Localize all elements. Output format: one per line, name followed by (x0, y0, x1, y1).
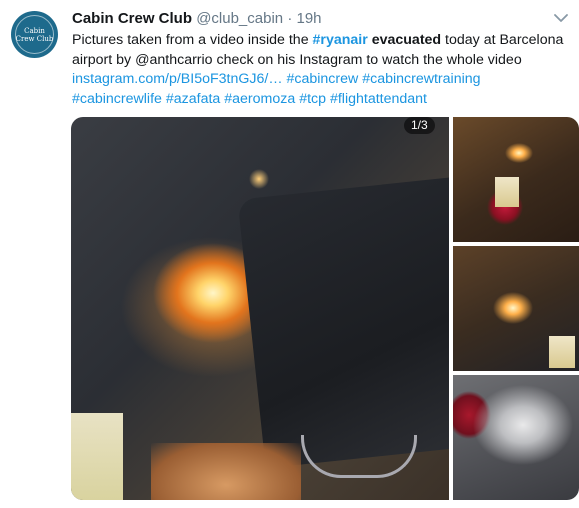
safety-card (549, 336, 575, 368)
media-photo-thumb-3[interactable] (453, 375, 579, 500)
media-grid: 1/3 (71, 117, 579, 500)
instagram-link[interactable]: instagram.com/p/BI5oF3tnGJ6/… (72, 71, 283, 87)
safety-card (71, 413, 123, 500)
media-photo-thumb-1[interactable] (453, 117, 579, 242)
hashtag-tcp[interactable]: #tcp (299, 91, 326, 107)
author-name[interactable]: Cabin Crew Club (72, 10, 192, 27)
text-part: Pictures taken from a video inside the (72, 32, 313, 48)
text-evacuated: evacuated (371, 32, 442, 48)
hashtag-aeromoza[interactable]: #aeromoza (224, 91, 295, 107)
media-photo-main[interactable]: 1/3 (71, 117, 449, 500)
hashtag-cabincrewlife[interactable]: #cabincrewlife (72, 91, 162, 107)
hashtag-ryanair[interactable]: #ryanair (313, 32, 368, 48)
avatar-ring (15, 15, 54, 54)
media-photo-thumb-2[interactable] (453, 246, 579, 371)
timestamp[interactable]: 19h (296, 10, 321, 27)
safety-card (495, 177, 519, 207)
tweet[interactable]: Cabin Crew Club Cabin Crew Club @club_ca… (0, 0, 579, 508)
tweet-header: Cabin Crew Club @club_cabin · 19h (72, 10, 322, 27)
hashtag-cabincrew[interactable]: #cabincrew (287, 71, 359, 87)
hashtag-flightattendant[interactable]: #flightattendant (330, 91, 427, 107)
hashtag-azafata[interactable]: #azafata (166, 91, 220, 107)
suitcase-handle (301, 435, 417, 478)
chevron-down-icon[interactable] (554, 13, 568, 23)
media-counter: 1/3 (404, 117, 435, 134)
avatar[interactable]: Cabin Crew Club (11, 11, 58, 58)
separator-dot: · (287, 10, 293, 27)
hand-shape (151, 443, 301, 500)
tweet-text: Pictures taken from a video inside the #… (72, 31, 572, 109)
suitcase-shape (237, 175, 449, 469)
hashtag-cabincrewtraining[interactable]: #cabincrewtraining (362, 71, 480, 87)
author-handle[interactable]: @club_cabin (196, 10, 283, 27)
